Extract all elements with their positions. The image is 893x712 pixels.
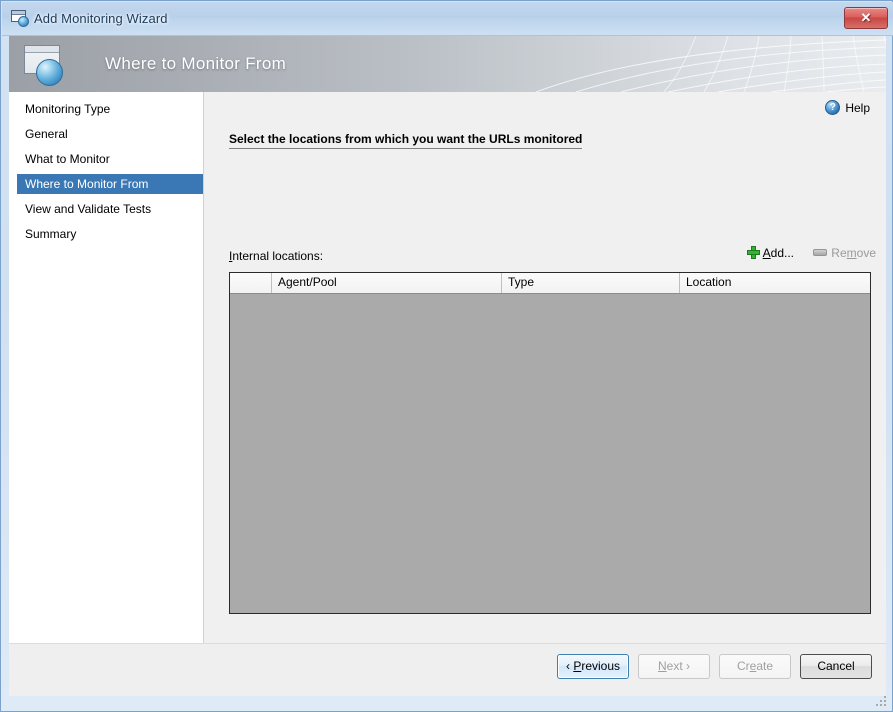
client-area: Where to Monitor From Monitoring Type Ge…: [9, 36, 886, 696]
previous-button[interactable]: ‹ Previous: [557, 654, 629, 679]
close-icon: ✕: [860, 10, 872, 25]
internal-locations-label: Internal locations:: [229, 249, 323, 263]
content-panel: ? Help Select the locations from which yo…: [205, 92, 886, 643]
wizard-window: Add Monitoring Wizard ✕ Where to Monitor…: [0, 0, 893, 712]
wizard-steps-sidebar: Monitoring Type General What to Monitor …: [9, 92, 204, 643]
next-button[interactable]: Next ›: [638, 654, 710, 679]
sidebar-item-summary[interactable]: Summary: [17, 224, 203, 244]
help-link[interactable]: ? Help: [825, 100, 870, 118]
banner-title: Where to Monitor From: [105, 54, 287, 73]
banner-mesh-decoration: [535, 36, 886, 92]
footer-bar: ‹ Previous Next › Create Cancel: [9, 643, 886, 696]
sidebar-item-what-to-monitor[interactable]: What to Monitor: [17, 149, 203, 169]
remove-label-rest: ove: [856, 246, 876, 260]
wizard-banner-icon: [22, 43, 68, 87]
window-title: Add Monitoring Wizard: [34, 11, 168, 26]
remove-location-button[interactable]: Remove: [813, 246, 876, 260]
blue-sphere-glyph: [36, 59, 63, 86]
close-button[interactable]: ✕: [844, 7, 888, 29]
grid-column-blank[interactable]: [230, 273, 272, 293]
resize-grip[interactable]: [874, 694, 888, 708]
create-button[interactable]: Create: [719, 654, 791, 679]
accel-char: N: [657, 659, 667, 673]
wizard-banner: Where to Monitor From: [9, 36, 886, 92]
label-rest: nternal locations:: [232, 249, 324, 263]
create-pre: Cr: [736, 659, 750, 673]
green-plus-icon: [746, 246, 760, 259]
sidebar-item-where-to-monitor-from[interactable]: Where to Monitor From: [17, 174, 203, 194]
grid-body-empty[interactable]: [230, 294, 870, 613]
internal-locations-grid[interactable]: Agent/Pool Type Location: [229, 272, 871, 614]
sidebar-item-view-and-validate-tests[interactable]: View and Validate Tests: [17, 199, 203, 219]
blue-sphere-glyph: [18, 16, 29, 27]
body-area: Monitoring Type General What to Monitor …: [9, 92, 886, 643]
help-label: Help: [845, 101, 870, 115]
page-title: Select the locations from which you want…: [229, 132, 583, 149]
title-bar: Add Monitoring Wizard ✕: [2, 2, 893, 36]
accel-char: m: [846, 246, 857, 260]
accel-char: A: [762, 246, 771, 260]
remove-label-pre: Re: [831, 246, 847, 260]
add-location-button[interactable]: Add...: [746, 246, 794, 260]
wizard-window-icon: [11, 10, 29, 27]
prev-rest: revious: [581, 659, 621, 673]
create-rest: ate: [756, 659, 774, 673]
remove-bar-icon: [813, 249, 828, 256]
sidebar-item-monitoring-type[interactable]: Monitoring Type: [17, 99, 203, 119]
grid-column-type[interactable]: Type: [502, 273, 680, 293]
cancel-button[interactable]: Cancel: [800, 654, 872, 679]
grid-column-agent-pool[interactable]: Agent/Pool: [272, 273, 502, 293]
help-question-icon: ?: [825, 100, 841, 115]
sidebar-item-general[interactable]: General: [17, 124, 203, 144]
next-rest: ext ›: [666, 659, 690, 673]
grid-header-row: Agent/Pool Type Location: [230, 273, 870, 294]
add-label-rest: dd...: [770, 246, 794, 260]
grid-column-location[interactable]: Location: [680, 273, 870, 293]
